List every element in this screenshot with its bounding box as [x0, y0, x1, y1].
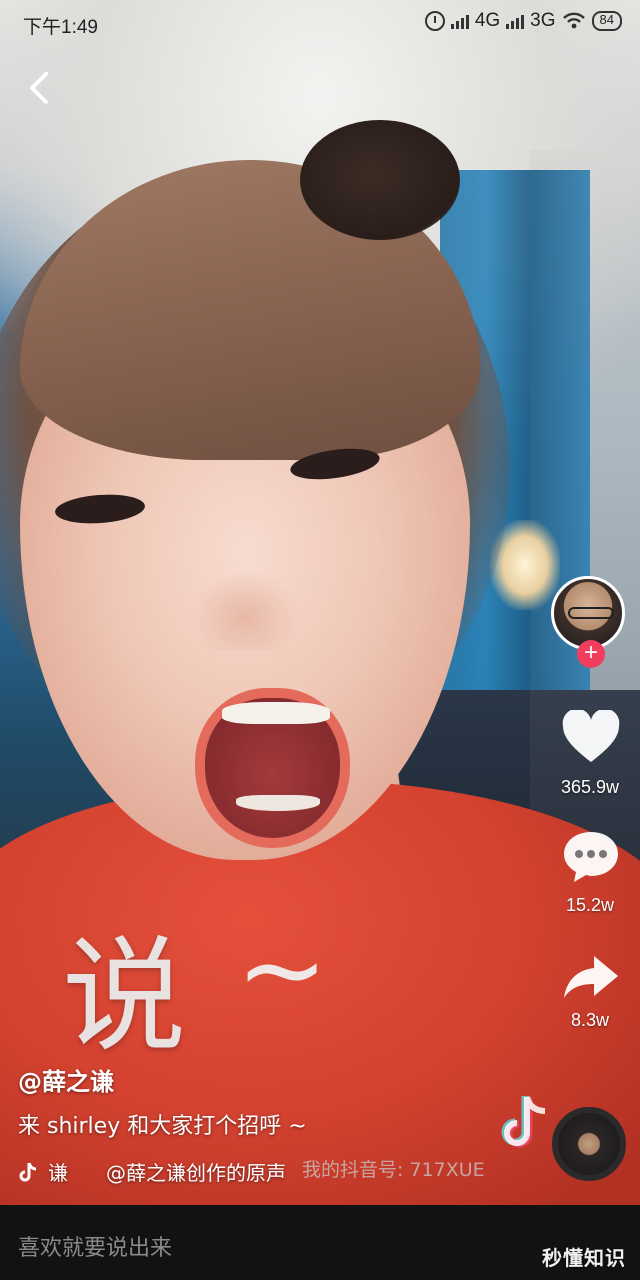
- author-name[interactable]: @薛之谦: [18, 1062, 114, 1097]
- comment-input[interactable]: 喜欢就要说出来: [18, 1230, 172, 1262]
- share-icon[interactable]: [560, 950, 622, 1006]
- tiktok-watermark-icon: [501, 1096, 546, 1148]
- person-teeth-upper: [222, 702, 330, 724]
- like-count: 365.9w: [560, 777, 620, 797]
- music-marquee-prefix: 谦: [48, 1161, 68, 1185]
- video-watermark: 我的抖音号: 717XUE: [302, 1159, 485, 1181]
- network-label-4g: 4G: [474, 10, 501, 31]
- video-caption-text: 说: [62, 925, 189, 1069]
- video-caption-tilde: ~: [236, 905, 329, 1033]
- avatar-glasses: [568, 607, 614, 619]
- network-label-3g: 3G: [530, 10, 556, 31]
- person-teeth-lower: [236, 795, 320, 811]
- brand-watermark: 秒懂知识: [542, 1246, 626, 1270]
- signal-icon: [506, 13, 525, 29]
- music-note-icon: [19, 1162, 37, 1181]
- post-description: 来 shirley 和大家打个招呼 ~: [18, 1114, 307, 1139]
- status-icons: 4G 3G 84: [424, 10, 622, 32]
- share-count: 8.3w: [570, 1010, 610, 1030]
- signal-icon: [450, 13, 469, 29]
- wifi-icon: [562, 12, 585, 29]
- status-time: 下午1:49: [23, 17, 98, 38]
- music-title: @薛之谦创作的原声: [106, 1161, 286, 1185]
- comment-count: 15.2w: [565, 895, 615, 915]
- alarm-icon: [424, 11, 445, 31]
- music-disc[interactable]: [552, 1107, 626, 1181]
- screen: 说 ~ 我的抖音号: 717XUE 下午1:49 4G 3G 84 + 365.…: [0, 0, 640, 1280]
- battery-indicator: 84: [591, 11, 622, 31]
- music-row[interactable]: 谦 @薛之谦创作的原声: [18, 1157, 286, 1186]
- status-bar: 下午1:49 4G 3G 84: [0, 0, 640, 46]
- comment-icon[interactable]: [560, 828, 622, 884]
- person-hair-bun: [300, 120, 460, 240]
- heart-icon[interactable]: [560, 710, 622, 766]
- follow-button[interactable]: +: [577, 640, 605, 668]
- back-arrow-icon[interactable]: [24, 68, 58, 108]
- person-nose: [190, 570, 300, 650]
